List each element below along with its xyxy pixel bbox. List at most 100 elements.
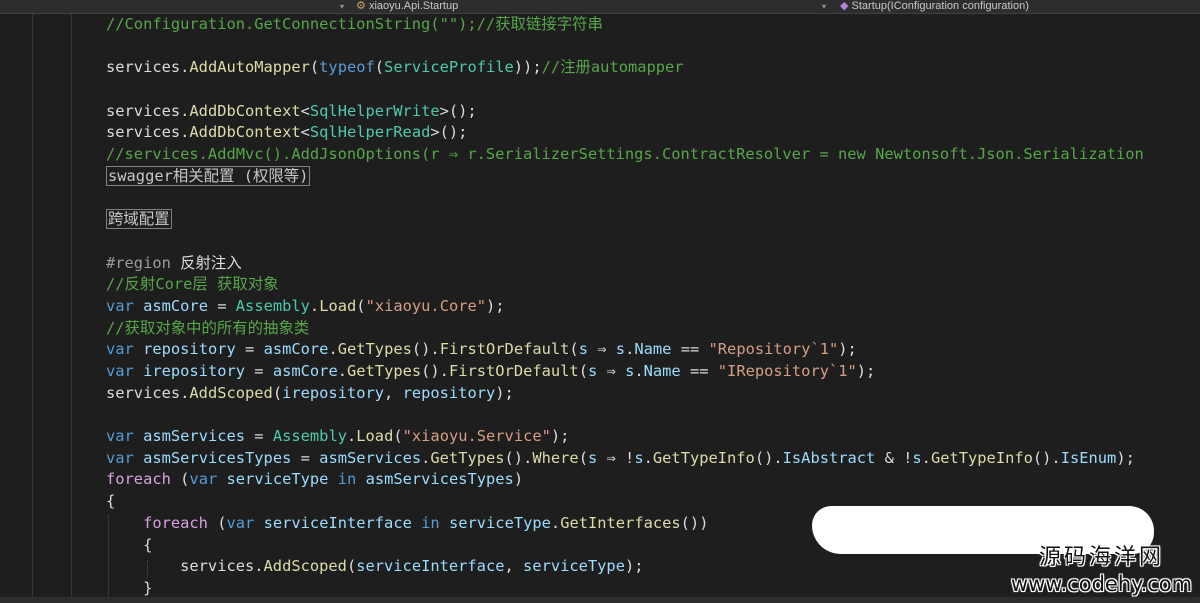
code-token: == <box>671 340 709 359</box>
code-token: Assembly <box>235 296 310 315</box>
code-token: foreach <box>143 513 208 532</box>
code-token: = <box>235 340 264 359</box>
code-token: >(); <box>430 123 468 142</box>
code-token: ( <box>578 362 588 380</box>
code-token: , <box>384 383 403 402</box>
code-token: ( <box>374 58 385 77</box>
code-token: AddDbContext <box>189 101 301 120</box>
code-line[interactable]: swagger相关配置 (权限等) <box>106 165 1200 188</box>
code-line[interactable] <box>106 404 1200 426</box>
code-token: FirstOrDefault <box>448 362 579 380</box>
code-line[interactable] <box>106 188 1200 210</box>
code-token: ⇒ <box>587 340 616 359</box>
code-line[interactable] <box>106 79 1200 101</box>
code-token: //Configuration.GetConnectionString("");… <box>106 15 603 33</box>
code-line[interactable]: services.AddDbContext<SqlHelperRead>(); <box>106 122 1200 144</box>
code-token: //获取对象中的所有的抽象类 <box>106 318 310 337</box>
code-token: ) <box>513 470 524 489</box>
code-token: var <box>106 362 134 380</box>
code-token: (). <box>504 448 533 467</box>
collapsed-region[interactable]: swagger相关配置 (权限等) <box>106 165 311 186</box>
code-token: asmServices <box>319 448 422 467</box>
navigation-bar: ▾ ⚙ xiaoyu.Api.Startup ▾ ◆ Startup(IConf… <box>0 0 1200 14</box>
code-token: { <box>106 492 116 511</box>
method-icon: ◆ <box>840 0 849 12</box>
collapsed-region[interactable]: 跨域配置 <box>106 209 172 230</box>
indent-guide <box>71 13 72 603</box>
code-line[interactable]: services.AddDbContext<SqlHelperWrite>(); <box>106 101 1200 123</box>
code-token: #region <box>106 253 181 272</box>
code-line[interactable]: //services.AddMvc().AddJsonOptions(r ⇒ r… <box>106 144 1200 166</box>
code-token: Where <box>532 448 579 467</box>
code-token: & ! <box>875 448 913 467</box>
code-token: ⇒ ! <box>597 448 635 467</box>
code-token: . <box>625 340 635 359</box>
code-token: //services.AddMvc().AddJsonOptions(r ⇒ r… <box>106 145 1144 164</box>
code-token: s <box>587 448 598 467</box>
code-token: ⇒ <box>597 362 626 380</box>
code-token: irepository <box>143 362 246 380</box>
code-token: = <box>207 296 236 315</box>
code-token: "IRepository`1" <box>717 362 857 380</box>
code-token: AddScoped <box>189 383 273 402</box>
code-line[interactable] <box>106 231 1200 253</box>
code-line[interactable]: var asmServicesTypes = asmServices.GetTy… <box>106 448 1200 470</box>
code-line[interactable]: foreach (var serviceType in asmServicesT… <box>106 469 1200 491</box>
code-token: s <box>912 448 922 467</box>
indent-guide <box>32 13 33 603</box>
code-token: //反射Core层 获取对象 <box>106 275 279 294</box>
code-token: in <box>421 513 440 532</box>
code-line[interactable]: var asmServices = Assembly.Load("xiaoyu.… <box>106 426 1200 448</box>
code-line[interactable]: services.AddAutoMapper(typeof(ServicePro… <box>106 57 1200 79</box>
code-line[interactable]: var repository = asmCore.GetTypes().Firs… <box>106 339 1200 361</box>
code-token: ( <box>309 58 320 77</box>
code-token: typeof <box>319 58 375 77</box>
code-token: var <box>106 296 134 315</box>
code-token: serviceInterface <box>356 557 505 576</box>
code-line[interactable]: //获取对象中的所有的抽象类 <box>106 318 1200 340</box>
code-token: < <box>300 101 310 120</box>
code-token: services. <box>106 58 190 77</box>
code-token: serviceType <box>226 470 329 489</box>
code-line[interactable]: //反射Core层 获取对象 <box>106 274 1200 296</box>
code-token: Load <box>319 296 357 315</box>
code-line[interactable]: 跨域配置 <box>106 209 1200 231</box>
code-line[interactable]: #region 反射注入 <box>106 253 1200 275</box>
code-token: asmServicesTypes <box>365 470 514 489</box>
code-token: ( <box>356 296 366 315</box>
status-bar <box>0 597 1200 603</box>
dropdown-arrow-icon[interactable]: ▾ <box>340 0 352 13</box>
code-token: Name <box>634 340 672 359</box>
code-token: ( <box>170 470 190 489</box>
code-token: GetTypes <box>347 362 422 380</box>
code-token: . <box>346 427 357 446</box>
type-dropdown[interactable]: ⚙ xiaoyu.Api.Startup <box>356 0 816 13</box>
code-token: GetInterfaces <box>560 513 681 532</box>
member-dropdown[interactable]: ◆ Startup(IConfiguration configuration) <box>840 0 1200 13</box>
code-line[interactable]: //Configuration.GetConnectionString("");… <box>106 14 1200 36</box>
code-line[interactable]: services.AddScoped(irepository, reposito… <box>106 383 1200 405</box>
code-token: asmCore <box>263 340 329 359</box>
code-token: asmServicesTypes <box>143 448 292 467</box>
code-token: = <box>291 448 320 467</box>
code-line[interactable]: var irepository = asmCore.GetTypes().Fir… <box>106 361 1200 383</box>
code-token: = <box>245 362 273 380</box>
code-token: s <box>587 362 598 380</box>
code-token: serviceType <box>523 557 625 576</box>
member-dropdown-label: Startup(IConfiguration configuration) <box>851 0 1029 12</box>
code-token: "Repository`1" <box>708 340 839 359</box>
code-token: . <box>921 448 931 467</box>
code-line[interactable]: var asmCore = Assembly.Load("xiaoyu.Core… <box>106 296 1200 318</box>
code-line[interactable] <box>106 36 1200 58</box>
code-token: foreach <box>106 470 171 489</box>
code-token: = <box>245 427 273 446</box>
code-token: ( <box>393 427 403 446</box>
code-token: var <box>106 427 134 446</box>
code-token: asmCore <box>272 362 338 380</box>
chevron-down-icon[interactable]: ▾ <box>822 0 834 13</box>
